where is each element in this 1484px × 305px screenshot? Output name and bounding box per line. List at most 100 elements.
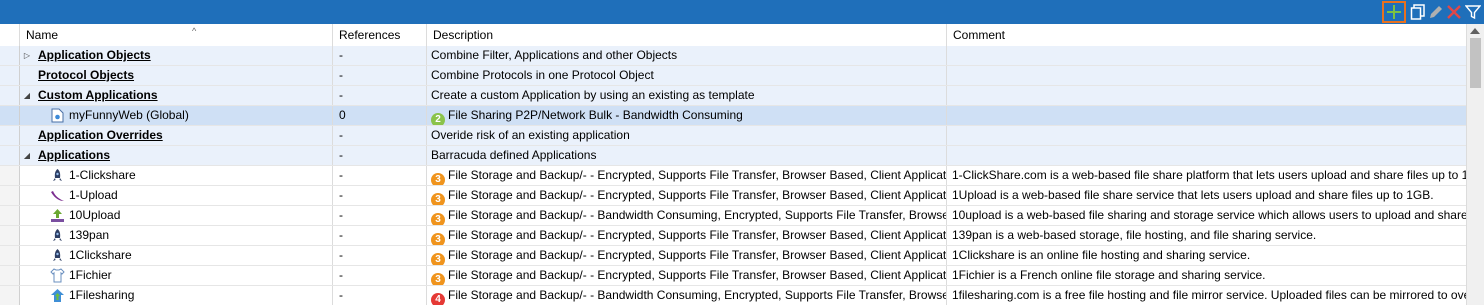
description-text: File Storage and Backup/- - Encrypted, S… — [448, 248, 947, 262]
copy-button[interactable] — [1408, 2, 1428, 22]
vertical-scrollbar[interactable] — [1466, 24, 1484, 305]
row-header[interactable] — [0, 66, 20, 85]
row-header[interactable] — [0, 206, 20, 225]
column-header-comment[interactable]: Comment — [947, 24, 1466, 46]
name-cell[interactable]: Application Overrides — [20, 126, 333, 145]
references-cell: - — [333, 66, 427, 85]
comment-cell — [947, 106, 1466, 125]
app-name: 139pan — [69, 228, 110, 242]
name-cell[interactable]: 1Clickshare — [20, 246, 333, 265]
references-cell: - — [333, 166, 427, 185]
comment-cell: 1filesharing.com is a free file hosting … — [952, 288, 1466, 302]
table-row[interactable]: 1Fichier -3 File Storage and Backup/- - En… — [0, 266, 1466, 286]
name-cell[interactable]: 1-Upload — [20, 186, 333, 205]
swoosh-icon — [50, 188, 65, 203]
name-cell[interactable]: 10Upload — [20, 206, 333, 225]
column-label: Name — [26, 28, 59, 42]
app-name: myFunnyWeb (Global) — [69, 108, 189, 122]
collapse-arrow-icon[interactable]: ◢ — [22, 146, 32, 165]
description-cell: 3 File Storage and Backup/- - Encrypted, … — [427, 226, 947, 245]
column-header-name[interactable]: Name ^ — [20, 24, 333, 46]
column-header-references[interactable]: References — [333, 24, 427, 46]
row-header[interactable] — [0, 46, 20, 65]
name-cell[interactable]: ▷ Application Objects — [20, 46, 333, 65]
name-cell[interactable]: Protocol Objects — [20, 66, 333, 85]
references-cell: - — [333, 146, 427, 165]
group-label: Applications — [38, 148, 111, 162]
comment-cell: 1Fichier is a French online file storage… — [952, 268, 1266, 282]
copy-icon — [1410, 4, 1425, 20]
row-header[interactable] — [0, 226, 20, 245]
filter-button[interactable] — [1463, 2, 1483, 22]
app-name: 1-Clickshare — [69, 168, 136, 182]
description-text: File Storage and Backup/- - Encrypted, S… — [448, 268, 947, 282]
rocket-icon — [50, 228, 65, 243]
risk-level-badge: 3 — [431, 173, 445, 185]
app-name: 1-Upload — [69, 188, 118, 202]
row-header[interactable] — [0, 146, 20, 165]
risk-level-badge: 3 — [431, 213, 445, 225]
row-header[interactable] — [0, 266, 20, 285]
collapse-arrow-icon[interactable]: ◢ — [22, 86, 32, 105]
row-header-corner — [0, 24, 20, 46]
name-cell[interactable]: 1Fichier — [20, 266, 333, 285]
row-header[interactable] — [0, 106, 20, 125]
grid-header: Name ^ References Description Comment — [0, 24, 1466, 47]
group-row[interactable]: ▷ Application Objects - Combine Filter, App… — [0, 46, 1466, 66]
home-upload-icon — [50, 288, 65, 303]
references-cell: - — [333, 226, 427, 245]
add-button[interactable] — [1382, 1, 1406, 23]
comment-cell: 1-ClickShare.com is a web-based file sha… — [952, 168, 1466, 182]
column-header-description[interactable]: Description — [427, 24, 947, 46]
comment-cell — [947, 86, 1466, 105]
row-header[interactable] — [0, 186, 20, 205]
sort-ascending-icon: ^ — [192, 26, 197, 36]
name-cell[interactable]: ◢ Custom Applications — [20, 86, 333, 105]
group-row[interactable]: Application Overrides - Overide risk of an… — [0, 126, 1466, 146]
table-row[interactable]: 1-Clickshare -3 File Storage and Backup/- … — [0, 166, 1466, 186]
references-cell: - — [333, 266, 427, 285]
table-row[interactable]: 1Filesharing -4 File Storage and Backup/- … — [0, 286, 1466, 305]
comment-cell — [947, 126, 1466, 145]
references-cell: - — [333, 186, 427, 205]
group-row[interactable]: Protocol Objects - Combine Protocols in on… — [0, 66, 1466, 86]
table-row[interactable]: 10Upload -3 File Storage and Backup/- - Ba… — [0, 206, 1466, 226]
name-cell[interactable]: 1-Clickshare — [20, 166, 333, 185]
delete-button[interactable] — [1444, 2, 1464, 22]
description-text: Create a custom Application by using an … — [431, 88, 755, 102]
references-cell: - — [333, 86, 427, 105]
name-cell[interactable]: ◢ Applications — [20, 146, 333, 165]
expand-arrow-icon[interactable]: ▷ — [22, 46, 32, 65]
row-header[interactable] — [0, 246, 20, 265]
comment-cell: 1Upload is a web-based file share servic… — [952, 188, 1434, 202]
row-header[interactable] — [0, 166, 20, 185]
app-name: 10Upload — [69, 208, 121, 222]
description-cell: Barracuda defined Applications — [427, 146, 947, 165]
table-row[interactable]: 139pan -3 File Storage and Backup/- - Encr… — [0, 226, 1466, 246]
name-cell[interactable]: 1Filesharing — [20, 286, 333, 305]
description-text: File Sharing P2P/Network Bulk - Bandwidt… — [448, 108, 743, 122]
upload-arrow-icon — [50, 208, 65, 223]
description-text: File Storage and Backup/- - Encrypted, S… — [448, 168, 947, 182]
row-header[interactable] — [0, 86, 20, 105]
scroll-thumb[interactable] — [1470, 38, 1481, 88]
comment-cell: 10upload is a web-based file sharing and… — [952, 208, 1466, 222]
table-row[interactable]: 1-Upload -3 File Storage and Backup/- - En… — [0, 186, 1466, 206]
table-row[interactable]: myFunnyWeb (Global) 0 2 File Sharing P2P/Ne… — [0, 106, 1466, 126]
description-cell: 3 File Storage and Backup/- - Encrypted, … — [427, 186, 947, 205]
row-header[interactable] — [0, 126, 20, 145]
group-label: Protocol Objects — [38, 68, 135, 82]
scroll-up-arrow-icon[interactable] — [1470, 28, 1480, 34]
description-cell: 2 File Sharing P2P/Network Bulk - Bandwid… — [427, 106, 947, 125]
row-header[interactable] — [0, 286, 20, 305]
name-cell[interactable]: 139pan — [20, 226, 333, 245]
app-name: 1Filesharing — [69, 288, 135, 302]
references-cell: - — [333, 126, 427, 145]
table-row[interactable]: 1Clickshare -3 File Storage and Backup/- -… — [0, 246, 1466, 266]
group-row[interactable]: ◢ Custom Applications - Create a custom App… — [0, 86, 1466, 106]
group-row[interactable]: ◢ Applications - Barracuda defined Applicat… — [0, 146, 1466, 166]
risk-level-badge: 4 — [431, 293, 445, 305]
name-cell[interactable]: myFunnyWeb (Global) — [20, 106, 333, 125]
edit-button[interactable] — [1426, 2, 1446, 22]
description-text: File Storage and Backup/- - Encrypted, S… — [448, 188, 947, 202]
